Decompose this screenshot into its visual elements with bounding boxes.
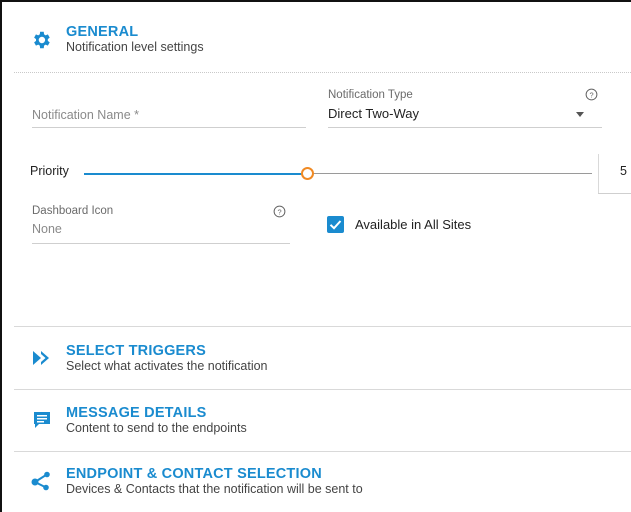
notification-type-underline (328, 127, 602, 128)
gear-icon (30, 29, 52, 51)
dashboard-icon-select[interactable]: None (32, 222, 62, 236)
message-details-section[interactable]: MESSAGE DETAILS Content to send to the e… (0, 390, 631, 451)
general-title: GENERAL (66, 24, 139, 40)
available-all-sites-checkbox[interactable] (327, 216, 344, 233)
priority-value-divider (598, 154, 599, 194)
share-icon (30, 470, 52, 492)
select-triggers-title: SELECT TRIGGERS (66, 343, 206, 359)
dashboard-icon-underline (32, 243, 290, 244)
endpoint-contact-subtitle: Devices & Contacts that the notification… (66, 482, 363, 496)
endpoint-contact-title: ENDPOINT & CONTACT SELECTION (66, 466, 322, 482)
available-all-sites-label[interactable]: Available in All Sites (355, 217, 471, 232)
endpoint-contact-section[interactable]: ENDPOINT & CONTACT SELECTION Devices & C… (0, 452, 631, 512)
notification-name-underline (32, 127, 306, 128)
priority-label: Priority (30, 164, 69, 178)
svg-text:?: ? (277, 207, 281, 216)
notification-type-label: Notification Type (328, 89, 413, 101)
priority-slider-track[interactable] (308, 173, 592, 174)
header-divider (14, 72, 631, 73)
message-icon (32, 410, 54, 432)
priority-value-underline (598, 193, 631, 194)
chevron-down-icon[interactable] (576, 112, 584, 117)
svg-text:?: ? (589, 90, 593, 99)
dashboard-icon-label: Dashboard Icon (32, 205, 114, 217)
message-details-title: MESSAGE DETAILS (66, 405, 207, 421)
priority-slider-thumb[interactable] (301, 167, 314, 180)
message-details-subtitle: Content to send to the endpoints (66, 421, 247, 435)
general-subtitle: Notification level settings (66, 40, 204, 54)
general-section-header[interactable]: GENERAL Notification level settings (0, 0, 631, 72)
notification-type-select[interactable]: Direct Two-Way (328, 106, 419, 121)
help-icon[interactable]: ? (273, 205, 286, 218)
priority-value: 5 (620, 164, 627, 178)
select-triggers-section[interactable]: SELECT TRIGGERS Select what activates th… (0, 327, 631, 389)
help-icon[interactable]: ? (585, 88, 598, 101)
priority-slider-fill (84, 173, 308, 175)
select-triggers-subtitle: Select what activates the notification (66, 359, 268, 373)
double-chevron-right-icon (31, 347, 53, 369)
notification-name-input[interactable]: Notification Name * (32, 108, 139, 122)
